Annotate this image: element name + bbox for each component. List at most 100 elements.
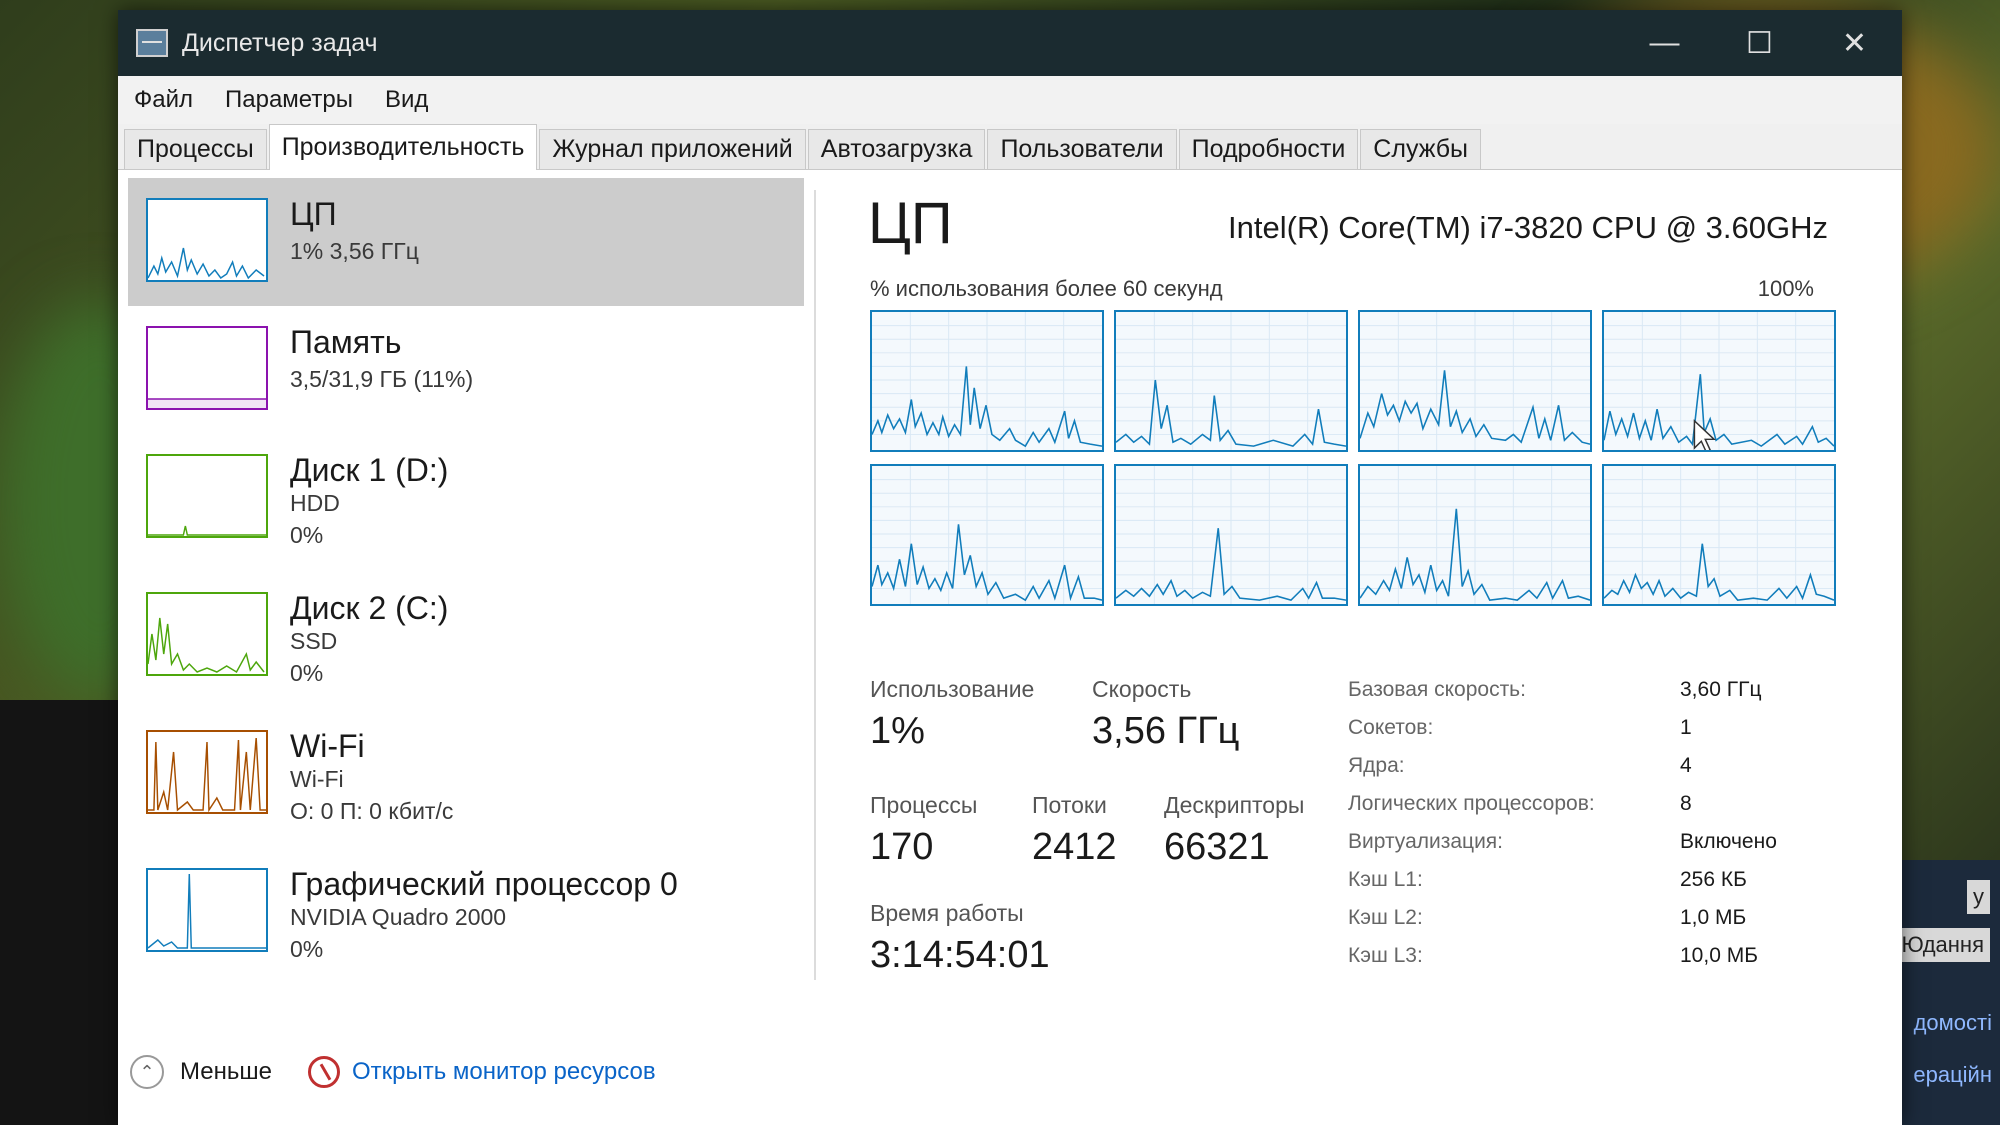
memory-thumbnail-graph [146, 326, 268, 410]
usage-value: 1% [870, 710, 925, 752]
resource-wifi-throughput: О: 0 П: 0 кбит/с [290, 798, 454, 824]
open-resource-monitor-link[interactable]: Открыть монитор ресурсов [352, 1058, 656, 1086]
speed-label: Скорость [1092, 676, 1192, 702]
resource-wifi[interactable]: Wi-Fi Wi-Fi О: 0 П: 0 кбит/с [128, 710, 804, 838]
spec-value: 256 КБ [1680, 868, 1747, 891]
menu-options[interactable]: Параметры [225, 86, 353, 114]
menu-bar: Файл Параметры Вид [118, 76, 1902, 124]
resource-disk1[interactable]: Диск 1 (D:) HDD 0% [128, 434, 804, 562]
cpu-thumbnail-graph [146, 198, 268, 282]
core-graph [1358, 310, 1592, 452]
spec-key: Кэш L3: [1348, 944, 1423, 967]
fewer-details-button[interactable]: Меньше [180, 1058, 272, 1086]
resource-wifi-adapter: Wi-Fi [290, 766, 344, 792]
core-chart [1116, 312, 1346, 450]
core-graph [870, 310, 1104, 452]
spec-key: Виртуализация: [1348, 830, 1504, 853]
minimize-button[interactable]: — [1617, 10, 1712, 76]
tab-services[interactable]: Службы [1360, 129, 1482, 169]
memory-thumbnail-chart [148, 398, 266, 408]
wifi-thumbnail-graph [146, 730, 268, 814]
resource-disk2-name: Диск 2 (C:) [290, 590, 449, 626]
tab-startup[interactable]: Автозагрузка [807, 129, 986, 169]
background-text: ераційн [1913, 1062, 1992, 1087]
window-title: Диспетчер задач [182, 28, 378, 57]
spec-value: 4 [1680, 754, 1692, 777]
task-manager-window: Диспетчер задач — ☐ ✕ Файл Параметры Вид… [118, 10, 1902, 1125]
resource-disk2-usage: 0% [290, 660, 324, 686]
resource-memory-name: Память [290, 324, 402, 360]
performance-content: ЦП 1% 3,56 ГГц Память 3,5/31,9 ГБ (11%) [118, 170, 1902, 1125]
resource-wifi-name: Wi-Fi [290, 728, 365, 764]
processes-value: 170 [870, 826, 934, 868]
core-chart [1116, 466, 1346, 604]
tab-app-history[interactable]: Журнал приложений [539, 129, 806, 169]
resource-gpu-name: Графический процессор 0 [290, 866, 678, 902]
core-graph [1602, 310, 1836, 452]
tab-details[interactable]: Подробности [1178, 129, 1359, 169]
resource-disk2-type: SSD [290, 628, 338, 654]
spec-key: Сокетов: [1348, 716, 1434, 739]
disk1-thumbnail-chart [148, 525, 266, 536]
processes-label: Процессы [870, 792, 978, 818]
speed-value: 3,56 ГГц [1092, 710, 1240, 752]
resource-cpu-detail: 1% 3,56 ГГц [290, 238, 419, 264]
wifi-thumbnail-chart [148, 737, 266, 812]
tab-users[interactable]: Пользователи [987, 129, 1177, 169]
threads-label: Потоки [1032, 792, 1107, 818]
resource-gpu-model: NVIDIA Quadro 2000 [290, 904, 507, 930]
title-bar[interactable]: Диспетчер задач — ☐ ✕ [118, 10, 1902, 76]
uptime-value: 3:14:54:01 [870, 934, 1050, 976]
resource-monitor-icon [307, 1056, 340, 1088]
resource-gpu[interactable]: Графический процессор 0 NVIDIA Quadro 20… [128, 848, 804, 976]
resource-gpu-usage: 0% [290, 936, 324, 962]
menu-file[interactable]: Файл [134, 86, 193, 114]
spec-value: 10,0 МБ [1680, 944, 1758, 967]
spec-value: 3,60 ГГц [1680, 678, 1762, 701]
spec-key: Ядра: [1348, 754, 1405, 777]
resource-cpu[interactable]: ЦП 1% 3,56 ГГц [128, 178, 804, 306]
resource-disk2[interactable]: Диск 2 (C:) SSD 0% [128, 572, 804, 700]
close-button[interactable]: ✕ [1807, 10, 1902, 76]
spec-value: Включено [1680, 830, 1777, 853]
spec-value: 1,0 МБ [1680, 906, 1747, 929]
core-graph [1114, 464, 1348, 606]
spec-key: Кэш L1: [1348, 868, 1423, 891]
disk1-thumbnail-graph [146, 454, 268, 538]
chevron-up-icon[interactable]: ⌃ [130, 1055, 164, 1089]
background-text: домості [1913, 1010, 1992, 1035]
resource-disk1-type: HDD [290, 490, 340, 516]
core-chart [1360, 312, 1590, 450]
threads-value: 2412 [1032, 826, 1117, 868]
graph-caption: % использования более 60 секунд [870, 276, 1223, 301]
background-text: Юдання [1895, 928, 1990, 962]
core-graph [1114, 310, 1348, 452]
logical-processor-graphs [870, 310, 1838, 606]
tab-processes[interactable]: Процессы [124, 129, 267, 169]
core-chart [1360, 466, 1590, 604]
resource-memory-detail: 3,5/31,9 ГБ (11%) [290, 366, 474, 392]
spec-value: 8 [1680, 792, 1692, 815]
core-chart [1604, 312, 1834, 450]
resource-disk1-usage: 0% [290, 522, 324, 548]
core-chart [872, 312, 1102, 450]
footer-bar: ⌃ Меньше Открыть монитор ресурсов [130, 1050, 656, 1094]
menu-view[interactable]: Вид [385, 86, 428, 114]
maximize-button[interactable]: ☐ [1712, 10, 1807, 76]
resource-memory[interactable]: Память 3,5/31,9 ГБ (11%) [128, 306, 804, 434]
cpu-thumbnail-chart [148, 247, 265, 280]
handles-label: Дескрипторы [1164, 792, 1305, 818]
cpu-detail-panel: ЦП Intel(R) Core(TM) i7-3820 CPU @ 3.60G… [858, 170, 1858, 1000]
background-text: у [1967, 880, 1990, 914]
graph-max-label: 100% [1757, 276, 1814, 301]
cpu-model: Intel(R) Core(TM) i7-3820 CPU @ 3.60GHz [1228, 210, 1828, 245]
core-graph [1602, 464, 1836, 606]
core-graph [870, 464, 1104, 606]
gpu-thumbnail-graph [146, 868, 268, 952]
panel-divider[interactable] [814, 190, 816, 980]
tab-bar: Процессы Производительность Журнал прило… [118, 124, 1902, 170]
core-graph [1358, 464, 1592, 606]
core-chart [872, 466, 1102, 604]
window-controls: — ☐ ✕ [1617, 10, 1902, 76]
tab-performance[interactable]: Производительность [268, 124, 538, 170]
